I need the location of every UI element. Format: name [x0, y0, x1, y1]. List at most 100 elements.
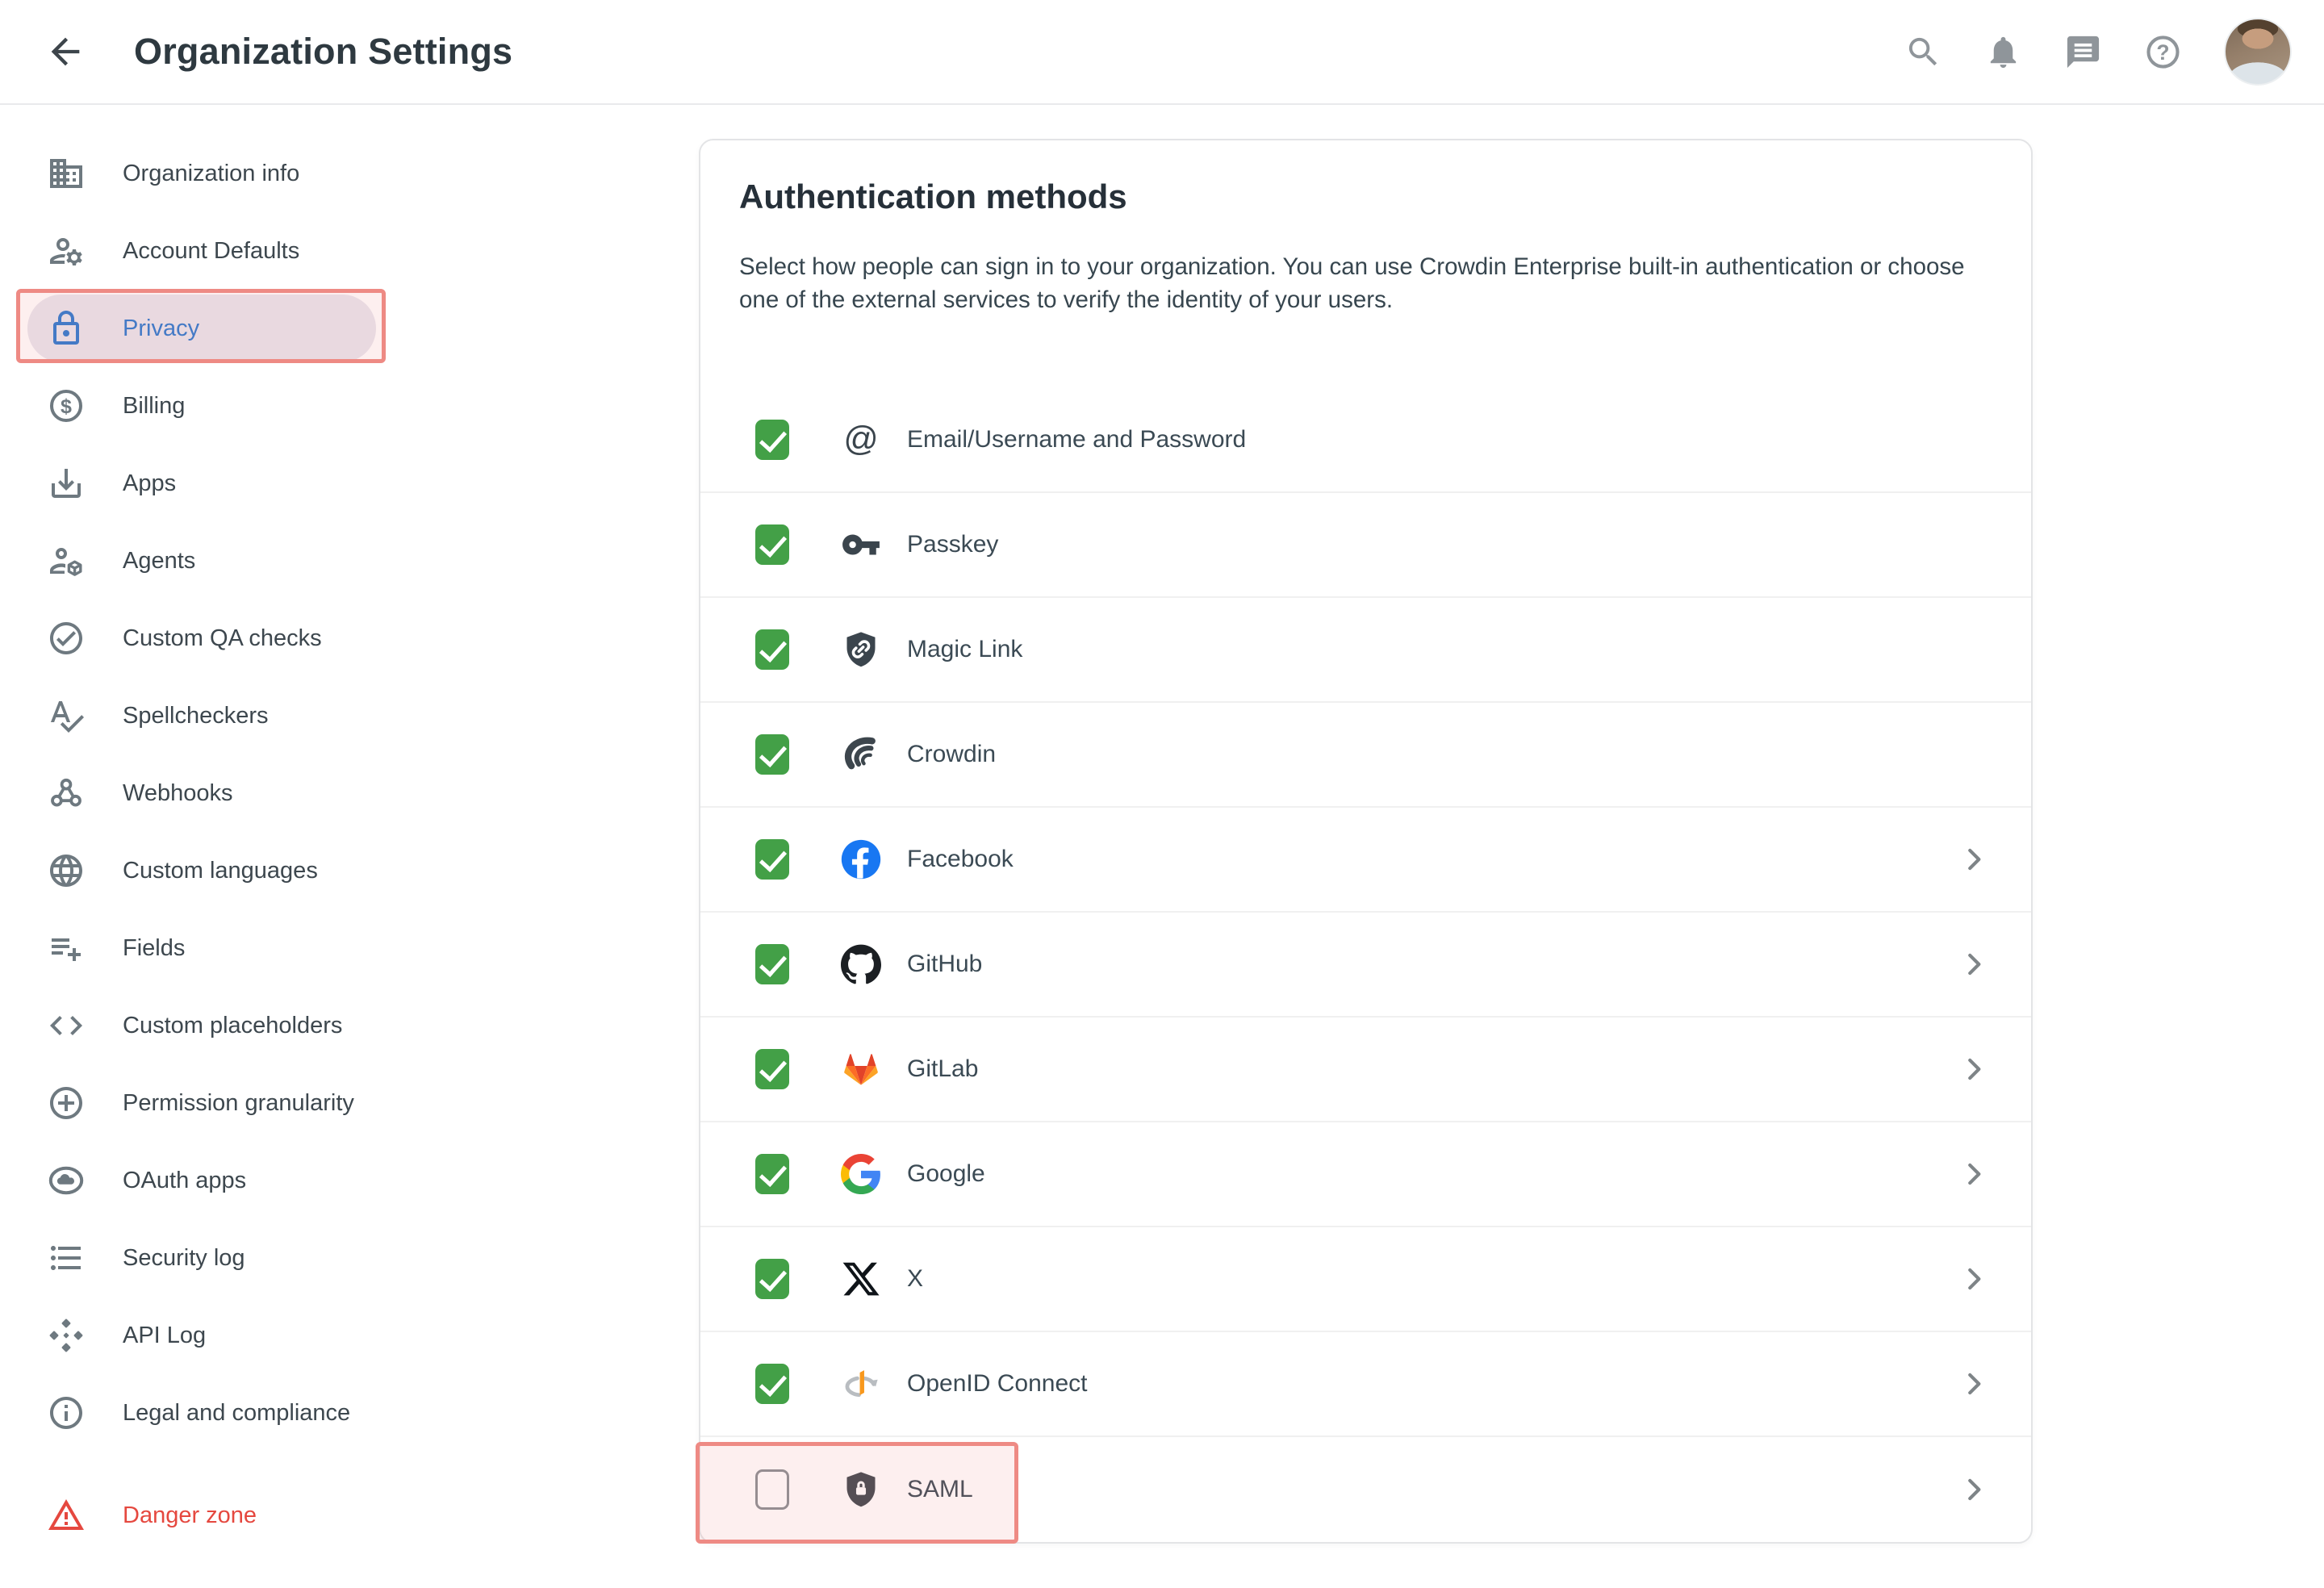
- sidebar-item[interactable]: Permission granularity: [27, 1069, 376, 1137]
- building-icon: [47, 154, 86, 193]
- x-icon: [841, 1259, 881, 1299]
- key-icon: [841, 524, 881, 565]
- sidebar-item[interactable]: Fields: [27, 914, 376, 982]
- auth-method-label: X: [907, 1265, 923, 1293]
- auth-method-row[interactable]: GitHub: [700, 913, 2031, 1018]
- auth-method-checkbox[interactable]: [755, 734, 789, 775]
- sidebar-item[interactable]: API Log: [27, 1302, 376, 1369]
- auth-method-checkbox[interactable]: [755, 1154, 789, 1194]
- chevron-right-icon[interactable]: [1958, 949, 1989, 980]
- sidebar-item-label: Custom languages: [123, 858, 318, 884]
- sidebar-item[interactable]: Privacy: [27, 295, 376, 362]
- chevron-right-icon[interactable]: [1958, 1054, 1989, 1084]
- fields-icon: [47, 929, 86, 967]
- auth-method-checkbox[interactable]: [755, 839, 789, 880]
- sidebar-item[interactable]: Webhooks: [27, 759, 376, 827]
- auth-method-label: Facebook: [907, 846, 1014, 873]
- auth-method-label: SAML: [907, 1476, 973, 1503]
- sidebar-item-label: Fields: [123, 935, 185, 962]
- auth-method-checkbox[interactable]: [755, 1049, 789, 1089]
- auth-method-checkbox[interactable]: [755, 524, 789, 565]
- google-icon: [841, 1154, 881, 1194]
- auth-method-row[interactable]: Magic Link: [700, 598, 2031, 703]
- sidebar-item-label: Billing: [123, 393, 185, 420]
- sidebar-item[interactable]: Danger zone: [27, 1481, 376, 1549]
- auth-method-row[interactable]: GitLab: [700, 1018, 2031, 1122]
- chat-icon: [2064, 33, 2102, 71]
- gitlab-icon: [841, 1049, 881, 1089]
- sidebar-item-label: Account Defaults: [123, 238, 299, 265]
- chevron-right-icon[interactable]: [1958, 1369, 1989, 1399]
- auth-method-row[interactable]: Facebook: [700, 808, 2031, 913]
- sidebar-item[interactable]: Custom languages: [27, 837, 376, 905]
- sidebar-item[interactable]: OAuth apps: [27, 1147, 376, 1214]
- auth-method-row[interactable]: Crowdin: [700, 703, 2031, 808]
- facebook-icon: [841, 839, 881, 880]
- back-button[interactable]: [42, 28, 89, 75]
- sidebar-item-label: Danger zone: [123, 1502, 257, 1529]
- card-title: Authentication methods: [739, 178, 1992, 216]
- sidebar-item[interactable]: Apps: [27, 449, 376, 517]
- auth-method-label: GitLab: [907, 1055, 978, 1083]
- openid-icon: [841, 1364, 881, 1404]
- auth-method-row[interactable]: Google: [700, 1122, 2031, 1227]
- sidebar-item[interactable]: Spellcheckers: [27, 682, 376, 750]
- crowdin-icon: [841, 734, 881, 775]
- sidebar-item[interactable]: Account Defaults: [27, 217, 376, 285]
- account-gear-icon: [47, 232, 86, 270]
- auth-method-label: Email/Username and Password: [907, 426, 1246, 453]
- info-icon: [47, 1394, 86, 1432]
- sidebar-item-label: Custom placeholders: [123, 1013, 342, 1039]
- header-actions: [1904, 18, 2292, 86]
- card-description: Select how people can sign in to your or…: [739, 250, 1992, 317]
- sidebar-item[interactable]: Organization info: [27, 140, 376, 207]
- sidebar-item[interactable]: Security log: [27, 1224, 376, 1292]
- page-title: Organization Settings: [134, 31, 512, 73]
- auth-method-checkbox[interactable]: [755, 1259, 789, 1299]
- notifications-button[interactable]: [1984, 33, 2022, 71]
- shield-link-icon: [841, 629, 881, 670]
- sidebar-item-label: Custom QA checks: [123, 625, 322, 652]
- auth-method-label: Magic Link: [907, 636, 1022, 663]
- auth-method-row[interactable]: OpenID Connect: [700, 1332, 2031, 1437]
- auth-method-row[interactable]: X: [700, 1227, 2031, 1332]
- search-button[interactable]: [1904, 33, 1942, 71]
- sidebar-item[interactable]: Custom QA checks: [27, 604, 376, 672]
- organization-settings-page: Organization Settings Organization info …: [0, 0, 2324, 1588]
- authentication-methods-card: Authentication methods Select how people…: [699, 139, 2033, 1544]
- plus-circle-icon: [47, 1084, 86, 1122]
- chevron-right-icon[interactable]: [1958, 1264, 1989, 1294]
- globe-icon: [47, 851, 86, 890]
- auth-method-label: Google: [907, 1160, 985, 1188]
- search-icon: [1904, 33, 1942, 71]
- auth-method-checkbox[interactable]: [755, 629, 789, 670]
- sidebar-item[interactable]: Billing: [27, 372, 376, 440]
- auth-method-checkbox[interactable]: [755, 944, 789, 984]
- auth-method-row[interactable]: Email/Username and Password: [700, 388, 2031, 493]
- auth-method-checkbox[interactable]: [755, 1364, 789, 1404]
- auth-method-checkbox[interactable]: [755, 1469, 789, 1510]
- help-button[interactable]: [2144, 33, 2182, 71]
- auth-method-row[interactable]: SAML: [700, 1437, 2031, 1542]
- oauth-cloud-icon: [47, 1161, 86, 1200]
- download-icon: [47, 464, 86, 503]
- chevron-right-icon[interactable]: [1958, 1474, 1989, 1505]
- api-dots-icon: [47, 1316, 86, 1355]
- auth-method-row[interactable]: Passkey: [700, 493, 2031, 598]
- at-icon: [841, 420, 881, 460]
- chevron-right-icon[interactable]: [1958, 844, 1989, 875]
- sidebar-item-label: Privacy: [123, 316, 199, 342]
- sidebar-item[interactable]: Agents: [27, 527, 376, 595]
- user-avatar[interactable]: [2224, 18, 2292, 86]
- warning-icon: [47, 1496, 86, 1535]
- sidebar-item[interactable]: Custom placeholders: [27, 992, 376, 1059]
- messages-button[interactable]: [2064, 33, 2102, 71]
- auth-method-checkbox[interactable]: [755, 420, 789, 460]
- auth-method-label: Passkey: [907, 531, 998, 558]
- auth-method-label: GitHub: [907, 951, 982, 978]
- sidebar-item[interactable]: Legal and compliance: [27, 1379, 376, 1447]
- spellcheck-icon: [47, 696, 86, 735]
- bell-icon: [1984, 33, 2022, 71]
- chevron-right-icon[interactable]: [1958, 1159, 1989, 1189]
- auth-methods-list: Email/Username and Password Passkey Magi…: [700, 388, 2031, 1542]
